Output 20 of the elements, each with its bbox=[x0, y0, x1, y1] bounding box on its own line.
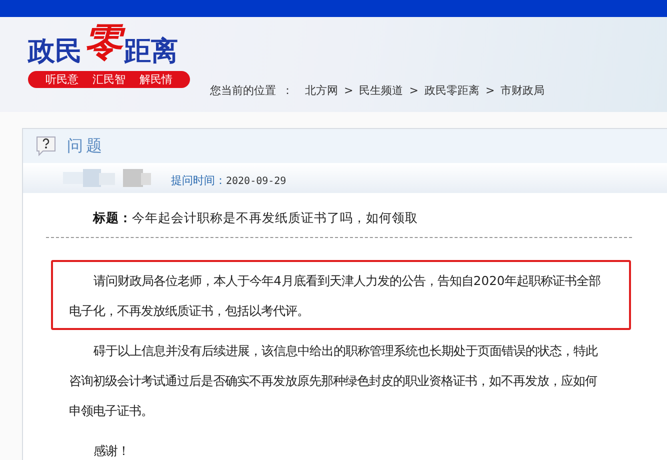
slogan: 解民情 bbox=[140, 72, 172, 87]
section-heading: 问题 bbox=[67, 136, 105, 156]
breadcrumb-separator: ： bbox=[282, 83, 293, 98]
breadcrumb-label: 您当前的位置 bbox=[210, 83, 276, 98]
question-date: 2020-09-29 bbox=[226, 176, 286, 186]
breadcrumb-link[interactable]: 民生频道 bbox=[359, 83, 404, 98]
question-paragraph: 碍于以上信息并没有后续进展，该信息中给出的职称管理系统也长期处于页面错误的状态，特此咨询初级会计考试通过后是否确实不再发放原先那种绿色封皮的职业资格证书，如不再发放，应如何申领电子证书。 bbox=[69, 343, 599, 420]
question-bubble-icon bbox=[35, 135, 57, 157]
breadcrumb-link[interactable]: 政民零距离 bbox=[424, 83, 480, 98]
slogan: 听民意 bbox=[46, 72, 78, 87]
breadcrumb-divider: > bbox=[485, 84, 495, 97]
question-paragraph: 请问财政局各位老师，本人于今年4月底看到天津人力发的公告，告知自2020年起职称证书全部电子化，不再发放纸质证书，包括以考代评。 bbox=[69, 273, 602, 320]
slogan: 汇民智 bbox=[92, 72, 126, 87]
breadcrumb-divider: > bbox=[409, 84, 418, 97]
time-label: 提问时间： bbox=[171, 174, 226, 186]
breadcrumb-link[interactable]: 北方网 bbox=[305, 83, 338, 98]
breadcrumb-link[interactable]: 市财政局 bbox=[500, 83, 545, 98]
question-paragraph: 感谢！ bbox=[92, 443, 131, 460]
question-title: 标题：今年起会计职称是不再发纸质证书了吗，如何领取 bbox=[93, 210, 418, 225]
breadcrumb-divider: > bbox=[344, 84, 354, 97]
